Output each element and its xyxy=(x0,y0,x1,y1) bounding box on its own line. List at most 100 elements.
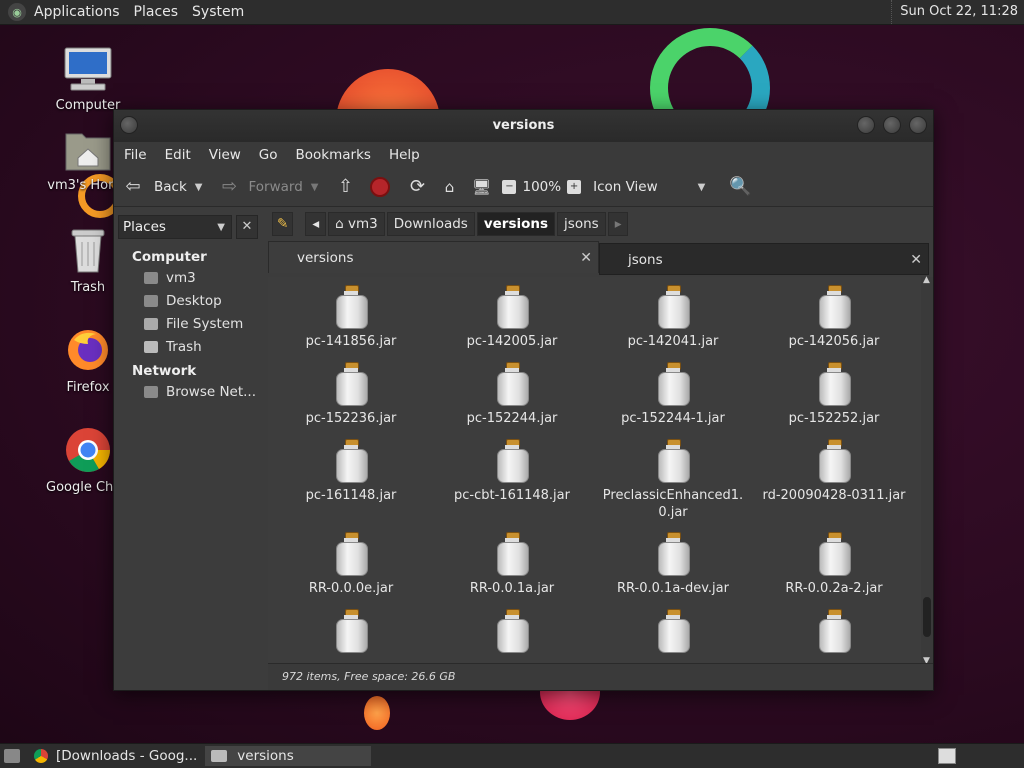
show-desktop-icon[interactable] xyxy=(4,749,20,763)
sidebar-section-computer: Computer xyxy=(132,249,207,265)
taskbar-item-chrome[interactable]: [Downloads - Goog... xyxy=(28,746,203,766)
jar-file-icon xyxy=(496,532,529,576)
file-item[interactable]: pc-cbt-161148.jar xyxy=(437,439,587,504)
sidebar-item-desktop[interactable]: Desktop xyxy=(144,292,262,309)
jar-file-icon xyxy=(818,285,851,329)
menu-view[interactable]: View xyxy=(209,147,241,163)
zoom-control: − 100% + xyxy=(502,179,582,195)
file-item[interactable]: pc-152244-1.jar xyxy=(598,362,748,427)
breadcrumb-left-arrow-icon[interactable]: ◂ xyxy=(305,212,327,236)
sidebar-selector[interactable]: Places ▼ xyxy=(118,215,232,239)
file-item[interactable] xyxy=(759,609,909,657)
forward-label: Forward xyxy=(248,179,303,195)
jar-file-icon xyxy=(818,532,851,576)
window-titlebar[interactable]: versions xyxy=(114,110,933,142)
menu-file[interactable]: File xyxy=(124,147,147,163)
home-folder-icon: ⌂ xyxy=(444,178,455,196)
menu-go[interactable]: Go xyxy=(259,147,278,163)
file-item[interactable]: RR-0.0.0e.jar xyxy=(276,532,426,597)
toolbar: ⇦ Back ▼ ⇨ Forward ▼ ⇧ ⟳ ⌂ 🖥 − 100% + Ic… xyxy=(114,168,933,207)
minimize-button[interactable] xyxy=(857,116,875,134)
firefox-icon xyxy=(68,330,108,370)
sidebar-close-button[interactable]: ✕ xyxy=(236,215,258,239)
scrollbar-thumb[interactable] xyxy=(923,597,931,637)
file-item[interactable]: pc-142041.jar xyxy=(598,285,748,350)
file-item[interactable]: pc-161148.jar xyxy=(276,439,426,504)
workspace-switcher[interactable] xyxy=(938,748,956,764)
home-folder-icon xyxy=(144,271,158,284)
desktop-icon-computer[interactable]: Computer xyxy=(46,46,130,113)
close-button[interactable] xyxy=(909,116,927,134)
jar-file-icon xyxy=(496,439,529,483)
sidebar-item-label: Browse Net... xyxy=(166,383,257,400)
file-item[interactable]: RR-0.0.2a-2.jar xyxy=(759,532,909,597)
jar-file-icon xyxy=(818,609,851,653)
applications-menu[interactable]: Applications xyxy=(34,4,120,20)
scroll-up-icon[interactable]: ▲ xyxy=(923,275,930,285)
close-tab-icon[interactable]: ✕ xyxy=(580,242,592,274)
file-item[interactable] xyxy=(437,609,587,657)
file-item[interactable]: PreclassicEnhanced1.0.jar xyxy=(598,439,748,521)
back-dropdown-icon[interactable]: ▼ xyxy=(195,182,203,193)
taskbar-item-label: [Downloads - Goog... xyxy=(56,748,198,764)
view-mode-select[interactable]: Icon View ▼ xyxy=(593,179,705,195)
network-icon xyxy=(144,385,158,398)
file-name: pc-161148.jar xyxy=(305,488,397,503)
sidebar-item-trash[interactable]: Trash xyxy=(144,338,262,355)
file-item[interactable]: pc-152252.jar xyxy=(759,362,909,427)
folder-icon xyxy=(211,750,228,762)
up-button[interactable]: ⇧ xyxy=(334,176,356,198)
file-item[interactable]: pc-142005.jar xyxy=(437,285,587,350)
computer-icon: 🖥 xyxy=(471,178,491,196)
file-item[interactable]: pc-142056.jar xyxy=(759,285,909,350)
menu-bookmarks[interactable]: Bookmarks xyxy=(296,147,371,163)
breadcrumb-jsons[interactable]: jsons xyxy=(557,212,606,236)
back-button[interactable]: ⇦ Back ▼ xyxy=(122,176,202,198)
menubar: File Edit View Go Bookmarks Help xyxy=(114,142,933,168)
search-button[interactable]: 🔍 xyxy=(729,176,751,198)
menu-edit[interactable]: Edit xyxy=(165,147,191,163)
applications-logo-icon[interactable]: ◉ xyxy=(8,3,26,21)
zoom-out-button[interactable]: − xyxy=(502,180,517,194)
maximize-button[interactable] xyxy=(883,116,901,134)
taskbar-item-versions[interactable]: versions xyxy=(205,746,372,766)
file-item[interactable]: pc-152244.jar xyxy=(437,362,587,427)
sidebar-item-vm3[interactable]: vm3 xyxy=(144,269,262,286)
zoom-in-button[interactable]: + xyxy=(567,180,582,194)
breadcrumb-right-arrow-icon[interactable]: ▸ xyxy=(607,212,629,236)
menu-help[interactable]: Help xyxy=(389,147,420,163)
tab-jsons[interactable]: jsons ✕ xyxy=(599,243,929,275)
system-menu[interactable]: System xyxy=(192,4,244,20)
jar-file-icon xyxy=(657,609,690,653)
view-mode-label: Icon View xyxy=(593,179,658,195)
reload-button[interactable]: ⟳ xyxy=(406,176,428,198)
breadcrumb-downloads[interactable]: Downloads xyxy=(386,212,475,236)
breadcrumb-vm3[interactable]: ⌂ vm3 xyxy=(328,212,385,236)
jar-file-icon xyxy=(657,362,690,406)
file-name: pc-142041.jar xyxy=(627,334,719,349)
clock[interactable]: Sun Oct 22, 11:28 xyxy=(891,0,1018,24)
file-item[interactable]: rd-20090428-0311.jar xyxy=(759,439,909,504)
computer-button[interactable]: 🖥 xyxy=(470,176,492,198)
stop-button[interactable] xyxy=(370,177,391,197)
file-name: RR-0.0.1a.jar xyxy=(469,581,555,596)
forward-arrow-icon: ⇨ xyxy=(221,176,238,197)
jar-file-icon xyxy=(496,362,529,406)
file-item[interactable] xyxy=(598,609,748,657)
file-item[interactable]: pc-152236.jar xyxy=(276,362,426,427)
forward-dropdown-icon[interactable]: ▼ xyxy=(311,182,319,193)
sidebar-item-file-system[interactable]: File System xyxy=(144,315,262,332)
file-item[interactable]: RR-0.0.1a.jar xyxy=(437,532,587,597)
file-item[interactable] xyxy=(276,609,426,657)
file-item[interactable]: pc-141856.jar xyxy=(276,285,426,350)
close-tab-icon[interactable]: ✕ xyxy=(910,244,922,276)
sidebar-item-browse-network[interactable]: Browse Net... xyxy=(144,383,262,400)
vertical-scrollbar[interactable]: ▲ ▼ xyxy=(921,275,933,666)
home-button[interactable]: ⌂ xyxy=(438,176,460,198)
tab-versions[interactable]: versions ✕ xyxy=(268,241,599,273)
places-menu[interactable]: Places xyxy=(134,4,179,20)
toggle-location-button[interactable]: ✎ xyxy=(272,212,294,236)
forward-button[interactable]: ⇨ Forward ▼ xyxy=(218,176,319,198)
breadcrumb-versions[interactable]: versions xyxy=(476,212,556,236)
file-item[interactable]: RR-0.0.1a-dev.jar xyxy=(598,532,748,597)
